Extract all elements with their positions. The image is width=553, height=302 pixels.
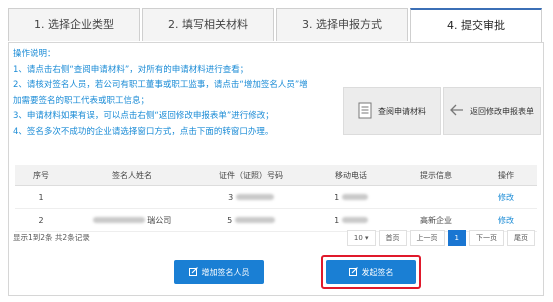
- phone-number: 1: [334, 192, 340, 202]
- hint-cell: 高新企业: [397, 208, 475, 232]
- tab-step-4[interactable]: 4. 提交审批: [410, 8, 542, 44]
- record-summary: 显示1到2条 共2条记录: [13, 233, 90, 242]
- table-row: 2 瑞公司 5 1 高新企业 修改: [15, 208, 537, 232]
- page-size-select[interactable]: 10 ▾: [346, 230, 376, 246]
- step-tabs: 1. 选择企业类型 2. 填写相关材料 3. 选择申报方式 4. 提交审批: [8, 8, 544, 44]
- row-index: 2: [15, 208, 67, 232]
- instruction-line-5: 4、签名多次不成功的企业请选择窗口方式，点击下面的转窗口办理。: [13, 126, 274, 137]
- next-page-button[interactable]: 下一页: [469, 230, 504, 246]
- id-number: 3: [228, 192, 234, 202]
- redacted-blur: [341, 217, 368, 223]
- add-signer-button[interactable]: 增加签名人员: [174, 260, 264, 284]
- redacted-blur: [92, 217, 145, 223]
- current-page-button[interactable]: 1: [447, 230, 466, 246]
- tab-step-3[interactable]: 3. 选择申报方式: [276, 8, 408, 41]
- instruction-line-1: 1、请点击右侧“查阅申请材料”，对所有的申请材料进行查看；: [13, 64, 249, 75]
- modify-link-label[interactable]: 修改: [498, 216, 514, 225]
- table-header-row: 序号 签名人姓名 证件（证照）号码 移动电话 提示信息 操作: [15, 165, 537, 186]
- signer-name: 瑞公司: [147, 215, 172, 225]
- tab-step-2[interactable]: 2. 填写相关材料: [142, 8, 274, 41]
- phone-cell: 1: [305, 185, 397, 209]
- instruction-line-4: 3、申请材料如果有误，可以点击右侧“返回修改申报表单”进行修改；: [13, 111, 274, 121]
- column-header-action: 操作: [475, 165, 537, 186]
- redacted-blur: [341, 194, 368, 200]
- redacted-blur: [234, 217, 275, 223]
- modify-link[interactable]: 修改: [475, 185, 537, 209]
- column-header-index: 序号: [15, 165, 67, 186]
- view-materials-label: 查阅申请材料: [378, 106, 426, 116]
- last-page-button[interactable]: 尾页: [507, 230, 535, 246]
- return-modify-label: 返回修改申报表单: [470, 106, 534, 116]
- column-header-hint: 提示信息: [397, 165, 475, 186]
- first-page-button[interactable]: 首页: [378, 230, 407, 246]
- submit-panel: 操作说明： 1、请点击右侧“查阅申请材料”，对所有的申请材料进行查看； 2、请核…: [8, 42, 544, 296]
- table-row: 1 3 1 修改: [15, 185, 537, 209]
- prev-page-button[interactable]: 上一页: [409, 230, 445, 246]
- add-signer-label: 增加签名人员: [201, 267, 250, 277]
- id-number-cell: 5: [197, 208, 305, 232]
- column-header-phone: 移动电话: [305, 165, 397, 186]
- signer-name-cell: 瑞公司: [67, 208, 197, 232]
- redacted-blur: [235, 194, 274, 200]
- instructions-title: 操作说明：: [13, 49, 56, 59]
- edit-icon: [188, 266, 198, 278]
- view-materials-button[interactable]: 查阅申请材料: [343, 87, 441, 135]
- return-modify-button[interactable]: 返回修改申报表单: [443, 87, 541, 135]
- modify-link[interactable]: 修改: [475, 208, 537, 232]
- id-number-cell: 3: [197, 185, 305, 209]
- return-arrow-icon: [450, 104, 464, 118]
- highlight-box: [321, 255, 421, 289]
- modify-link-label[interactable]: 修改: [498, 193, 514, 202]
- column-header-name: 签名人姓名: [67, 165, 197, 186]
- row-index: 1: [15, 185, 67, 209]
- phone-number: 1: [334, 215, 340, 225]
- tab-step-1[interactable]: 1. 选择企业类型: [8, 8, 140, 41]
- phone-cell: 1: [305, 208, 397, 232]
- instructions: 操作说明： 1、请点击右侧“查阅申请材料”，对所有的申请材料进行查看； 2、请核…: [13, 47, 343, 140]
- column-header-id: 证件（证照）号码: [197, 165, 305, 186]
- signer-name-cell: [67, 185, 197, 209]
- instruction-line-2: 2、请核对签名人员，若公司有职工董事或职工监事，请点击“增加签名人员”增: [13, 80, 308, 90]
- signer-table: 序号 签名人姓名 证件（证照）号码 移动电话 提示信息 操作 1 3 1 修改 …: [15, 165, 537, 232]
- hint-cell: [397, 185, 475, 209]
- id-number: 5: [227, 215, 233, 225]
- instruction-line-3: 加需要签名的职工代表或职工信息；: [13, 95, 150, 106]
- document-icon: [358, 102, 372, 121]
- pagination: 10 ▾ 首页 上一页 1 下一页 尾页: [346, 230, 535, 246]
